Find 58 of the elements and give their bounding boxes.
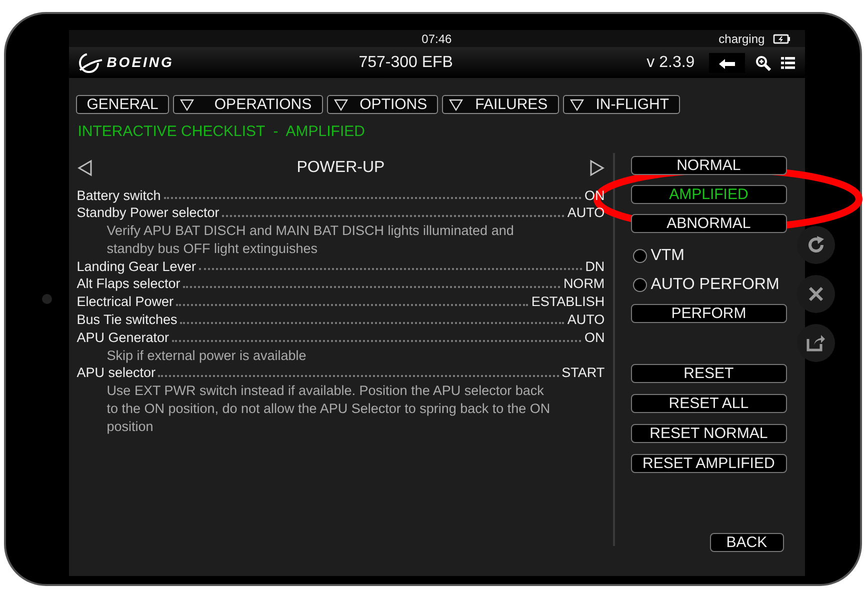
- checklist-mode-button[interactable]: NORMAL: [630, 156, 787, 174]
- checklist-mode-button[interactable]: ABNORMAL: [630, 214, 787, 232]
- menu-icon[interactable]: [780, 56, 795, 68]
- checklist-item: Alt Flaps selector: [76, 275, 180, 294]
- checklist-item: Standby Power selector: [76, 204, 220, 222]
- next-icon[interactable]: [588, 158, 605, 176]
- triangle-icon: [334, 98, 348, 110]
- back-arrow-button[interactable]: [708, 52, 745, 72]
- checklist-item: APU Generator: [76, 328, 169, 347]
- refresh-icon: [806, 235, 826, 255]
- previous-icon[interactable]: [76, 158, 93, 176]
- checklist-item: Bus Tie switches: [76, 311, 178, 329]
- reset-button[interactable]: RESET ALL: [630, 394, 787, 412]
- back-button[interactable]: BACK: [710, 532, 784, 552]
- zoom-icon[interactable]: [754, 54, 771, 70]
- perform-button[interactable]: PERFORM: [630, 304, 787, 322]
- clock-time: 07:46: [422, 30, 452, 48]
- checklist-item: Electrical Power: [76, 293, 174, 312]
- item-action: DN: [585, 258, 605, 276]
- checklist-item: Battery switch: [76, 186, 161, 204]
- charging-label: charging: [718, 30, 765, 48]
- item-note: Skip if external power is available: [106, 346, 308, 364]
- item-action: AUTO: [567, 311, 605, 329]
- version-label: v 2.3.9: [646, 52, 695, 72]
- camera-dot: [42, 294, 52, 304]
- item-action: START: [562, 364, 605, 382]
- brand-logo-text: BOEING: [106, 53, 174, 72]
- item-action: NORM: [563, 275, 605, 294]
- triangle-icon: [180, 98, 194, 110]
- menu-tab[interactable]: FAILURES: [442, 95, 559, 114]
- reset-button[interactable]: RESET: [630, 364, 787, 382]
- radio-button[interactable]: [632, 278, 647, 292]
- item-note: Verify APU BAT DISCH and MAIN BAT DISCH lights illuminated and standby bus OFF light extinguishes: [106, 222, 515, 258]
- menu-tab[interactable]: OPTIONS: [326, 95, 438, 114]
- option-label: VTM: [650, 246, 684, 264]
- menu-tab[interactable]: GENERAL: [76, 95, 170, 114]
- menu-tab[interactable]: OPERATIONS: [173, 95, 323, 114]
- checklist-title: POWER-UP: [296, 158, 385, 178]
- battery-icon: [772, 34, 791, 44]
- app-title: 757-300 EFB: [358, 52, 454, 72]
- radio-button[interactable]: [632, 248, 647, 262]
- reset-button[interactable]: RESET AMPLIFIED: [630, 454, 787, 472]
- item-action: AUTO: [567, 204, 605, 222]
- item-action: ON: [584, 328, 605, 347]
- item-note: Use EXT PWR switch instead if available. Position the APU selector back to the ON position, do not allow the APU Selector to spring back to the ON position: [106, 382, 552, 436]
- reset-button[interactable]: RESET NORMAL: [630, 424, 787, 442]
- checklist-item: Landing Gear Lever: [76, 258, 196, 276]
- checklist-heading: INTERACTIVE CHECKLIST - AMPLIFIED: [78, 122, 366, 142]
- triangle-icon: [570, 98, 584, 110]
- menu-tab[interactable]: IN-FLIGHT: [562, 95, 680, 114]
- left-arrow-icon: [716, 58, 737, 70]
- item-action: ESTABLISH: [531, 293, 605, 312]
- share-icon: [806, 334, 826, 352]
- triangle-icon: [449, 98, 464, 110]
- checklist-mode-button[interactable]: AMPLIFIED: [630, 184, 787, 204]
- option-label: AUTO PERFORM: [650, 276, 780, 294]
- checklist-item: APU selector: [76, 364, 156, 382]
- close-icon: [808, 286, 824, 302]
